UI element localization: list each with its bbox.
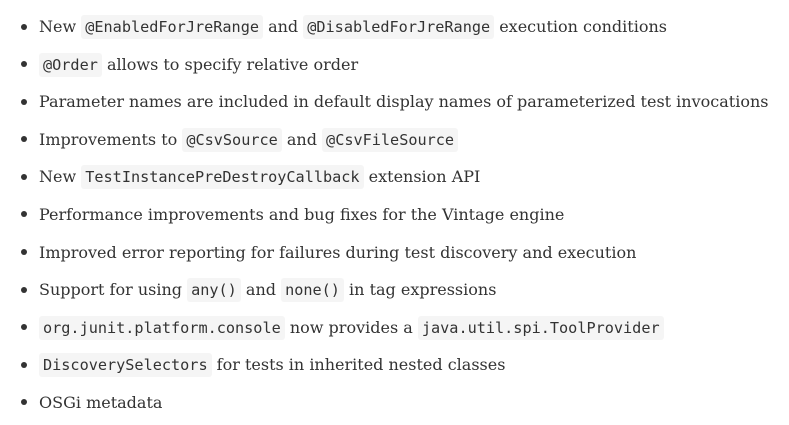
item-text: Parameter names are included in default …	[39, 92, 769, 112]
bullet-icon	[21, 173, 27, 180]
bullet-icon	[21, 249, 27, 256]
list-item: Improved error reporting for failures du…	[0, 234, 789, 272]
list-item: DiscoverySelectors for tests in inherite…	[0, 346, 789, 384]
item-text: and	[281, 129, 323, 149]
item-text: for tests in inherited nested classes	[211, 355, 506, 375]
inline-code: TestInstancePreDestroyCallback	[81, 165, 364, 190]
release-notes-page: New @EnabledForJreRange and @DisabledFor…	[0, 0, 789, 425]
list-item: OSGi metadata	[0, 384, 789, 422]
item-text: and	[240, 280, 282, 300]
inline-code: DiscoverySelectors	[39, 353, 212, 378]
bullet-icon	[21, 61, 27, 68]
bullet-icon	[21, 399, 27, 406]
list-item: @Order allows to specify relative order	[0, 46, 789, 84]
item-text: in tag expressions	[343, 280, 497, 300]
inline-code: @Order	[39, 52, 102, 77]
inline-code: any()	[187, 278, 241, 303]
inline-code: org.junit.platform.console	[39, 315, 285, 340]
item-text: now provides a	[284, 317, 418, 337]
list-item: New TestInstancePreDestroyCallback exten…	[0, 158, 789, 196]
bullet-icon	[21, 211, 27, 218]
list-item: Parameter names are included in default …	[0, 83, 789, 121]
inline-code: java.util.spi.ToolProvider	[417, 315, 664, 340]
item-text: Improved error reporting for failures du…	[39, 242, 637, 262]
item-text: New	[39, 17, 82, 36]
list-item: org.junit.platform.console now provides …	[0, 309, 789, 347]
inline-code: @CsvSource	[182, 127, 282, 152]
list-item: New @EnabledForJreRange and @DisabledFor…	[0, 8, 789, 46]
item-text: extension API	[363, 167, 481, 187]
list-item: Support for using any() and none() in ta…	[0, 271, 789, 309]
bullet-icon	[21, 98, 27, 105]
inline-code: none()	[281, 278, 344, 303]
item-text: OSGi metadata	[39, 392, 163, 412]
item-text: execution conditions	[494, 17, 667, 36]
inline-code: @EnabledForJreRange	[81, 15, 263, 39]
bullet-icon	[21, 23, 27, 30]
bullet-icon	[21, 286, 27, 293]
item-text: Improvements to	[39, 129, 183, 149]
bullet-icon	[21, 361, 27, 368]
item-text: allows to specify relative order	[101, 54, 359, 74]
inline-code: @CsvFileSource	[322, 127, 459, 152]
list-item: Improvements to @CsvSource and @CsvFileS…	[0, 121, 789, 159]
inline-code: @DisabledForJreRange	[303, 15, 495, 39]
bullet-icon	[21, 324, 27, 331]
item-text: New	[39, 167, 82, 187]
item-text: and	[262, 17, 304, 36]
item-text: Support for using	[39, 280, 188, 300]
list-item: Performance improvements and bug fixes f…	[0, 196, 789, 234]
bullet-icon	[21, 136, 27, 143]
item-text: Performance improvements and bug fixes f…	[39, 204, 565, 224]
release-notes-list: New @EnabledForJreRange and @DisabledFor…	[0, 0, 789, 422]
